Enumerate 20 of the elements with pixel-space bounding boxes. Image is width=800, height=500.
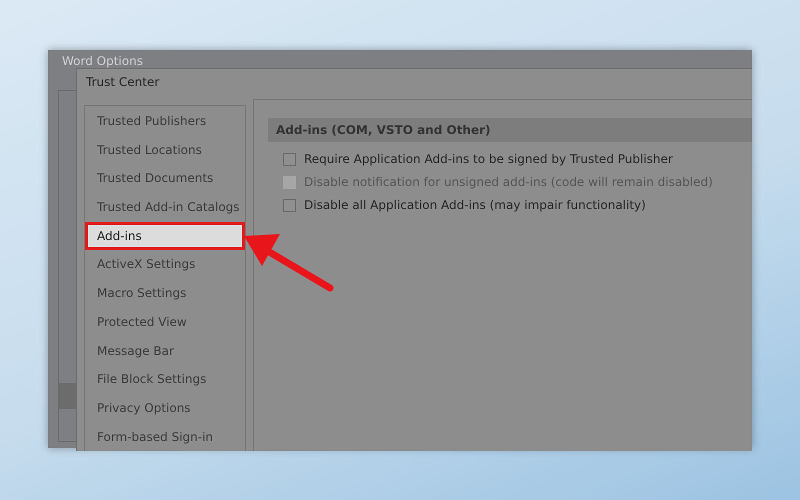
section-heading: Add-ins (COM, VSTO and Other) [268, 118, 752, 142]
nav-item[interactable]: ActiveX Settings [85, 250, 245, 280]
nav-item[interactable]: Trusted Locations [85, 136, 245, 164]
nav-item[interactable]: Trusted Add-in Catalogs [85, 193, 245, 222]
checkbox-label: Disable all Application Add-ins (may impair functionality) [304, 198, 646, 212]
checkbox-label: Require Application Add-ins to be signed by Trusted Publisher [304, 152, 673, 166]
nav-item[interactable]: Privacy Options [85, 394, 245, 423]
nav-item[interactable]: Form-based Sign-in [85, 422, 245, 452]
nav-item[interactable]: Message Bar [85, 336, 245, 366]
nav-item[interactable]: Protected View [85, 308, 245, 336]
checkbox[interactable] [283, 198, 296, 212]
checkbox[interactable] [283, 152, 296, 166]
dialog-title: Trust Center [85, 74, 160, 91]
nav-item[interactable]: File Block Settings [85, 365, 245, 394]
nav-item[interactable]: Trusted Publishers [85, 107, 245, 136]
nav-item[interactable]: Macro Settings [85, 279, 245, 308]
nav-item[interactable]: Trusted Documents [85, 164, 245, 194]
nav-item[interactable]: Add-ins [85, 222, 245, 250]
checkbox-label: Disable notification for unsigned add-ins (code will remain disabled) [304, 175, 713, 189]
window-title: Word Options [61, 53, 144, 68]
